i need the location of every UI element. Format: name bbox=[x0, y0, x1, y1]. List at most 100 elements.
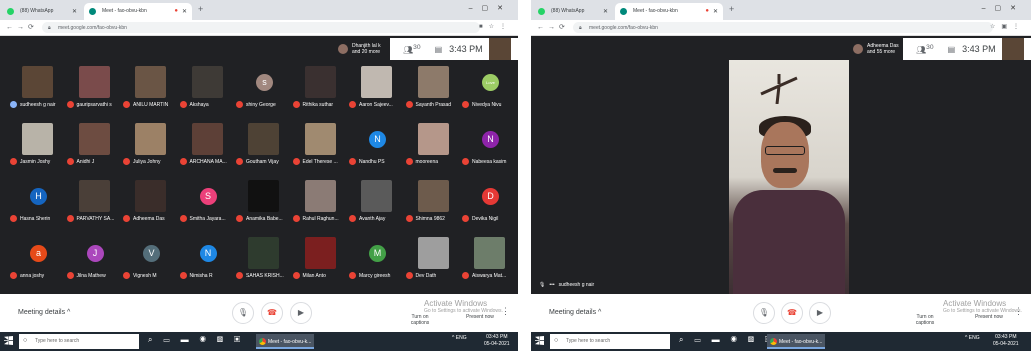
participant-tile[interactable]: Jasmin Joshy bbox=[8, 119, 67, 169]
participant-name: Rahul Raghun... bbox=[292, 215, 348, 222]
participant-tile[interactable]: gauripsarvathi s bbox=[65, 62, 124, 112]
chat-icon[interactable]: ▤ bbox=[948, 45, 956, 54]
close-icon[interactable]: ✕ bbox=[72, 8, 77, 15]
participant-tile[interactable]: Rithika suthar bbox=[291, 62, 350, 112]
participant-tile[interactable]: Love Nivedya Nivu bbox=[460, 62, 518, 112]
participant-tile[interactable]: Juliya Johny bbox=[121, 119, 180, 169]
more-options-icon[interactable]: ⋮ bbox=[1014, 306, 1023, 317]
more-options-icon[interactable]: ⋮ bbox=[501, 306, 510, 317]
tab-whatsapp[interactable]: (88) WhatsApp ✕ bbox=[533, 3, 613, 20]
browser-toolbar-icons[interactable]: ☆▣⋮ bbox=[990, 23, 1025, 30]
taskbar-search[interactable]: ○ Type here to search bbox=[550, 334, 670, 349]
microphone-icon[interactable]: 🎙︎ bbox=[232, 302, 254, 324]
participant-avatar: D bbox=[482, 188, 499, 205]
participant-tile[interactable]: N Nabeesa kasim bbox=[460, 119, 518, 169]
meet-top-info: 👥︎30 ▤ 3:43 PM bbox=[390, 38, 518, 60]
participant-video bbox=[417, 180, 449, 212]
present-now-button[interactable]: Present now bbox=[971, 314, 1007, 320]
participant-name: Hasna Sherin bbox=[10, 215, 65, 222]
captions-button[interactable]: Turn on captions bbox=[907, 314, 943, 326]
tab-meet[interactable]: Meet - fao-obvu-kbn ● ✕ bbox=[615, 3, 723, 20]
participant-video bbox=[248, 237, 279, 269]
participant-tile[interactable]: H Hasna Sherin bbox=[8, 176, 67, 226]
nav-buttons[interactable]: ←→⟳ bbox=[537, 23, 569, 31]
system-tray[interactable]: ^ ENG bbox=[452, 335, 467, 341]
participant-tile[interactable]: PARVATHY SA... bbox=[65, 176, 124, 226]
taskbar-meet-window[interactable]: Meet - fao-obvu-k... bbox=[767, 334, 825, 349]
participant-tile[interactable]: S Smitha Jayara... bbox=[178, 176, 237, 226]
participant-tile[interactable]: N Nimisha R bbox=[178, 233, 237, 283]
participant-tile[interactable]: Aaron Sajeev... bbox=[347, 62, 406, 112]
close-icon[interactable]: ✕ bbox=[713, 8, 718, 15]
participant-tile[interactable]: SAHAS KRISH... bbox=[234, 233, 293, 283]
clock-text: 3:43 PM bbox=[449, 44, 483, 54]
window-controls[interactable]: –▢✕ bbox=[982, 4, 1025, 12]
participant-tile[interactable]: M Marcy gireesh bbox=[347, 233, 406, 283]
microphone-icon[interactable]: 🎙︎ bbox=[753, 302, 775, 324]
window-controls[interactable]: –▢✕ bbox=[469, 4, 512, 12]
tab-meet[interactable]: Meet - fao-obvu-kbn ● ✕ bbox=[84, 3, 192, 20]
system-tray[interactable]: ^ ENG bbox=[965, 335, 980, 341]
taskbar-search[interactable]: ○ Type here to search bbox=[19, 334, 139, 349]
browser-toolbar-icons[interactable]: ■☆⋮ bbox=[479, 23, 512, 30]
participant-tile[interactable]: Shimna 9862 bbox=[404, 176, 463, 226]
participant-tile[interactable]: Avanth Ajay bbox=[347, 176, 406, 226]
mic-muted-icon bbox=[179, 272, 187, 279]
participant-tile[interactable]: sudheesh g nair bbox=[8, 62, 67, 112]
participant-tile[interactable]: Anamika Babe... bbox=[234, 176, 293, 226]
participant-tile[interactable]: Rahul Raghun... bbox=[291, 176, 350, 226]
lock-icon: 🔒︎ bbox=[579, 25, 582, 31]
end-call-icon[interactable]: ☎︎ bbox=[781, 302, 803, 324]
participant-video bbox=[78, 123, 110, 155]
participant-grid: sudheesh g nair gauripsarvathi s ANILU MAR… bbox=[8, 62, 510, 290]
camera-icon[interactable]: ▶ bbox=[809, 302, 831, 324]
participant-tile[interactable]: J Jilna Mathew bbox=[65, 233, 124, 283]
mic-muted-icon bbox=[462, 101, 469, 108]
new-tab-button[interactable]: + bbox=[198, 4, 203, 14]
participant-tile[interactable]: ARCHANA MA... bbox=[178, 119, 237, 169]
participant-tile[interactable]: Goutham Vijay bbox=[234, 119, 293, 169]
taskbar-meet-window[interactable]: Meet - fao-obvu-k... bbox=[256, 334, 314, 349]
windows-start-icon[interactable] bbox=[535, 336, 544, 345]
participant-tile[interactable]: D Devika Nigil bbox=[460, 176, 518, 226]
participant-tile[interactable]: ANILU MARTIN bbox=[121, 62, 180, 112]
present-now-button[interactable]: Present now bbox=[462, 314, 498, 320]
participant-video bbox=[191, 123, 223, 155]
participant-tile[interactable]: a anna joshy bbox=[8, 233, 67, 283]
participant-name: Vignesh M bbox=[123, 272, 178, 279]
participant-tile[interactable]: V Vignesh M bbox=[121, 233, 180, 283]
end-call-icon[interactable]: ☎︎ bbox=[261, 302, 283, 324]
captions-button[interactable]: Turn on captions bbox=[402, 314, 438, 326]
participant-video bbox=[417, 66, 449, 98]
mic-muted-icon bbox=[349, 272, 356, 279]
mic-muted-icon bbox=[236, 158, 243, 165]
participant-tile[interactable]: Akshaya bbox=[178, 62, 237, 112]
participant-tile[interactable]: Anidhi J bbox=[65, 119, 124, 169]
new-tab-button[interactable]: + bbox=[729, 4, 734, 14]
close-icon[interactable]: ✕ bbox=[182, 8, 187, 15]
taskbar-pinned-icons[interactable]: ⌕▭▬◉▩▣ bbox=[148, 335, 251, 345]
participant-tile[interactable]: Dev Dath bbox=[404, 233, 463, 283]
meeting-details-button[interactable]: Meeting details ^ bbox=[18, 309, 70, 316]
participant-tile[interactable]: Adheema Das bbox=[121, 176, 180, 226]
mic-muted-icon bbox=[10, 158, 17, 165]
url-field[interactable]: 🔒︎ meet.google.com/fao-obvu-kbn bbox=[573, 22, 993, 33]
participant-tile[interactable]: Edel Therese ... bbox=[291, 119, 350, 169]
url-field[interactable]: 🔒︎ meet.google.com/fao-obvu-kbn bbox=[42, 22, 480, 33]
people-icon[interactable]: 👥︎30 bbox=[403, 44, 421, 55]
close-icon[interactable]: ✕ bbox=[603, 8, 608, 15]
participant-tile[interactable]: Sayanth Prasad bbox=[404, 62, 463, 112]
participant-tile[interactable]: s shiny George bbox=[234, 62, 293, 112]
meeting-details-button[interactable]: Meeting details ^ bbox=[549, 309, 601, 316]
camera-icon[interactable]: ▶ bbox=[290, 302, 312, 324]
participant-tile[interactable]: mooreena bbox=[404, 119, 463, 169]
participant-tile[interactable]: Aiswarya Mat... bbox=[460, 233, 518, 283]
tab-whatsapp[interactable]: (88) WhatsApp ✕ bbox=[2, 3, 82, 20]
participant-tile[interactable]: N Nandhu PS bbox=[347, 119, 406, 169]
windows-start-icon[interactable] bbox=[4, 336, 13, 345]
chat-icon[interactable]: ▤ bbox=[435, 45, 443, 54]
participant-name: Nimisha R bbox=[179, 272, 235, 279]
participant-tile[interactable]: Milan Anto bbox=[291, 233, 350, 283]
nav-buttons[interactable]: ←→⟳ bbox=[6, 23, 38, 31]
people-icon[interactable]: 👥︎30 bbox=[916, 44, 934, 55]
